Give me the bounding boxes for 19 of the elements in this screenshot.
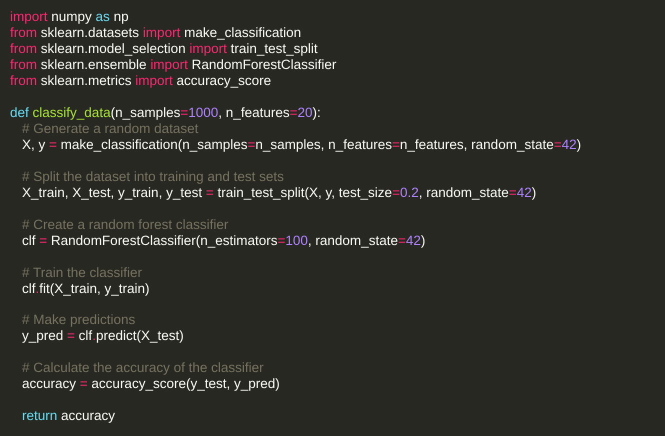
code-line: y_pred = clf.predict(X_test) — [22, 328, 184, 344]
code-line: return accuracy — [22, 408, 116, 424]
code-line: # Calculate the accuracy of the classifier — [22, 360, 264, 376]
code-line: def classify_data(n_samples=1000, n_features=20): — [10, 105, 321, 122]
code-line: from sklearn.metrics import accuracy_score — [10, 73, 272, 90]
code-line: clf.fit(X_train, y_train) — [22, 280, 150, 297]
code-line: from sklearn.datasets import make_classification — [10, 25, 302, 42]
code-line: # Generate a random dataset — [22, 121, 198, 138]
code-line: # Train the classifier — [22, 264, 142, 281]
code-line: from sklearn.ensemble import RandomForestClassifier — [10, 57, 336, 74]
code-line: import numpy as np — [10, 9, 129, 26]
code-line: # Split the dataset into training and test sets — [22, 168, 284, 186]
code-line: X_train, X_test, y_train, y_test = train_test_split(X, y, test_size=0.2, random_state=42) — [22, 185, 536, 202]
code-line: accuracy = accuracy_score(y_test, y_pred) — [22, 376, 280, 392]
code-line: clf = RandomForestClassifier(n_estimators=100, random_state=42) — [22, 232, 426, 249]
code-line: from sklearn.model_selection import train_test_split — [10, 41, 318, 58]
code-line: # Make predictions — [22, 312, 136, 328]
code-line: X, y = make_classification(n_samples=n_samples, n_features=n_features, random_state=42) — [22, 137, 582, 154]
code-line: # Create a random forest classifier — [22, 216, 228, 233]
